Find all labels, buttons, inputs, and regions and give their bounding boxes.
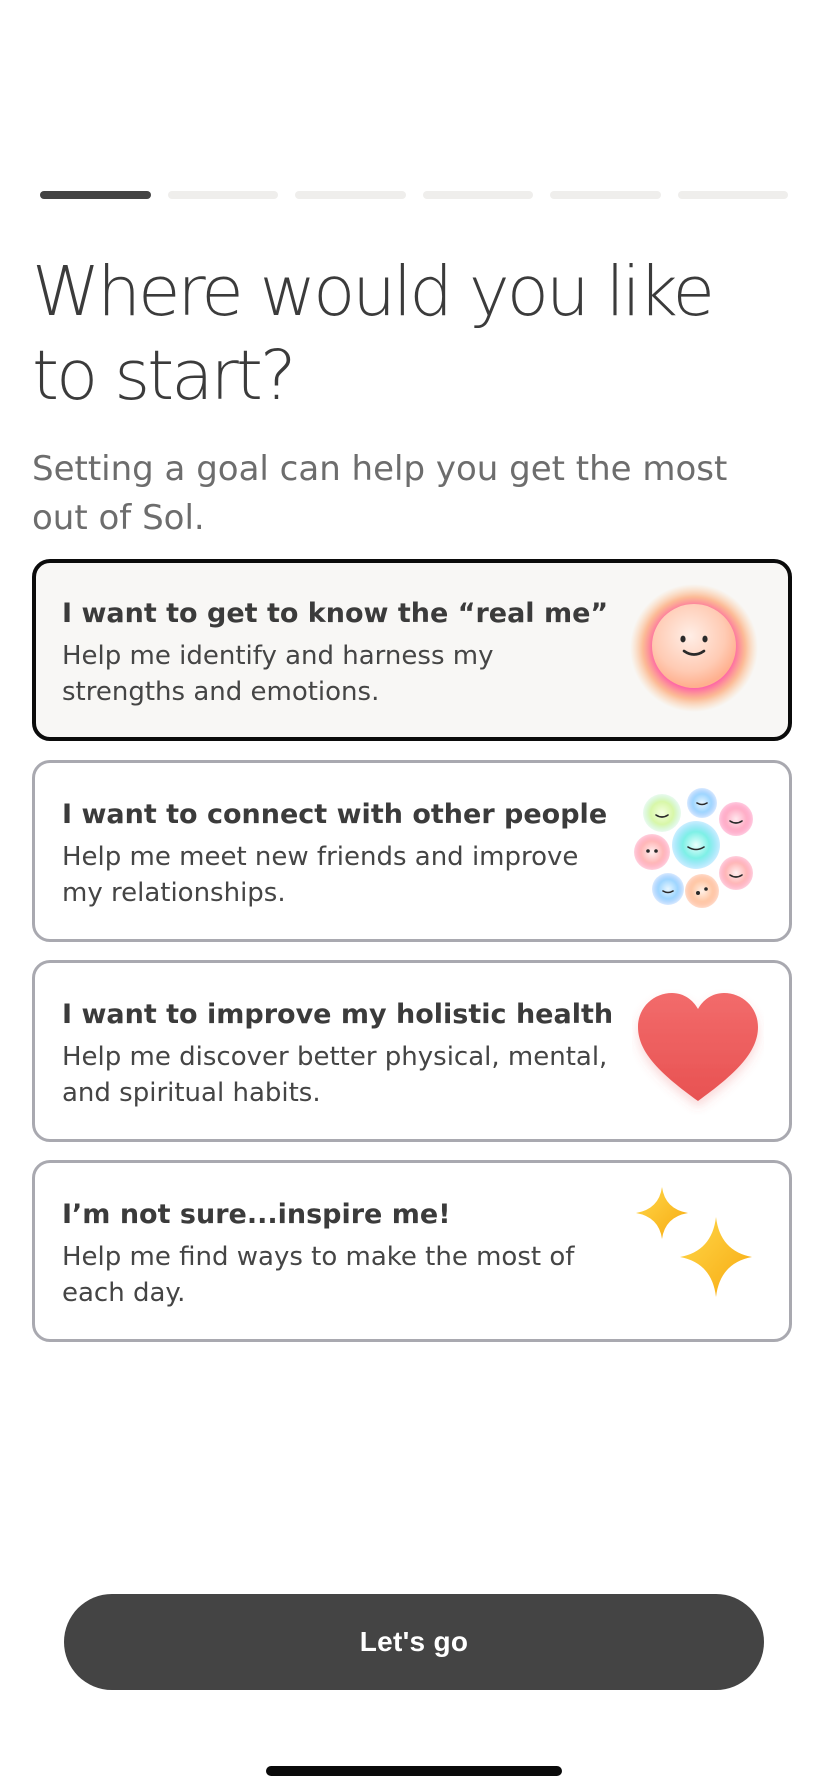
progress-step-2 — [167, 191, 278, 199]
goal-option-description: Help me find ways to make the most of ea… — [62, 1242, 575, 1308]
goal-option-title: I want to get to know the “real me” — [62, 598, 609, 629]
goal-option-description: Help me identify and harness my strength… — [62, 641, 494, 707]
progress-step-6 — [677, 191, 788, 199]
progress-step-3 — [295, 191, 406, 199]
goal-option-connect[interactable]: I want to connect with other people Help… — [32, 760, 792, 942]
goal-option-title: I’m not sure...inspire me! — [62, 1199, 451, 1230]
onboarding-progress-bar — [40, 191, 788, 199]
goal-option-description: Help me discover better physical, mental… — [62, 1042, 608, 1108]
goal-option-inspire-me[interactable]: I’m not sure...inspire me! Help me find … — [32, 1160, 792, 1342]
goal-option-title: I want to connect with other people — [62, 799, 608, 830]
goal-option-description: Help me meet new friends and improve my … — [62, 842, 579, 908]
smiley-orb-icon — [628, 582, 760, 714]
progress-step-4 — [422, 191, 533, 199]
goal-option-title: I want to improve my holistic health — [62, 999, 614, 1030]
smiley-bubbles-icon — [632, 785, 764, 917]
home-indicator — [266, 1766, 562, 1776]
page-title: Where would you like to start? — [32, 252, 715, 416]
progress-step-5 — [550, 191, 661, 199]
page-subtitle: Setting a goal can help you get the most… — [32, 449, 728, 538]
progress-step-1 — [40, 191, 151, 199]
goal-option-holistic-health[interactable]: I want to improve my holistic health Hel… — [32, 960, 792, 1142]
goal-option-real-me[interactable]: I want to get to know the “real me” Help… — [32, 559, 792, 741]
lets-go-button[interactable]: Let's go — [64, 1594, 764, 1690]
sparkles-icon — [632, 1187, 764, 1319]
heart-icon — [632, 983, 764, 1115]
